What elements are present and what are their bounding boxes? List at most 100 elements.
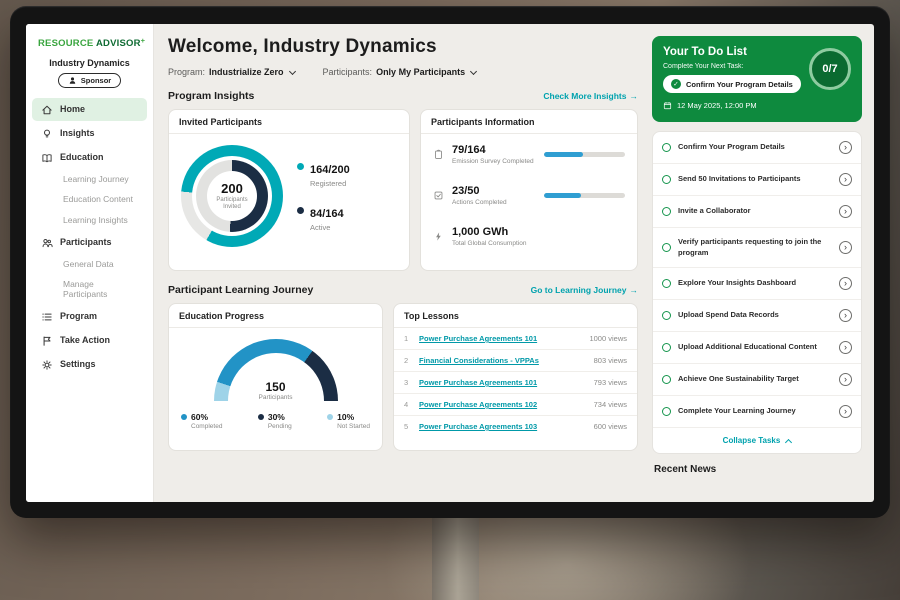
legend-label: Registered xyxy=(310,179,350,188)
task-row[interactable]: Confirm Your Program Details xyxy=(653,132,861,164)
todo-panel: Your To Do List Complete Your Next Task:… xyxy=(652,24,874,502)
lesson-rank: 3 xyxy=(404,378,412,387)
person-icon xyxy=(68,76,77,85)
chevron-right-icon[interactable] xyxy=(839,141,852,154)
chevron-right-icon[interactable] xyxy=(839,341,852,354)
monitor-frame: RESOURCE ADVISOR+ Industry Dynamics Spon… xyxy=(10,6,890,518)
calendar-icon xyxy=(663,101,672,110)
donut-center-value: 200 xyxy=(221,181,243,196)
task-checkbox[interactable] xyxy=(662,175,671,184)
task-checkbox[interactable] xyxy=(662,407,671,416)
sidebar-item-insights[interactable]: Insights xyxy=(32,122,147,145)
task-row[interactable]: Complete Your Learning Journey xyxy=(653,396,861,428)
lesson-link[interactable]: Power Purchase Agreements 103 xyxy=(419,422,587,431)
task-checkbox[interactable] xyxy=(662,207,671,216)
chevron-right-icon[interactable] xyxy=(839,309,852,322)
task-checkbox[interactable] xyxy=(662,343,671,352)
sponsor-badge[interactable]: Sponsor xyxy=(58,73,121,88)
chevron-right-icon[interactable] xyxy=(839,205,852,218)
sidebar-item-label: Insights xyxy=(60,129,95,139)
gear-icon xyxy=(40,358,53,371)
metric-value: 1,000 GWh xyxy=(452,226,526,238)
lesson-link[interactable]: Power Purchase Agreements 101 xyxy=(419,378,587,387)
top-lessons-card: Top Lessons 1 Power Purchase Agreements … xyxy=(393,303,638,451)
sidebar-item-label: Education xyxy=(60,153,104,163)
navy-dot-icon xyxy=(258,414,264,420)
legend-pct: 60% xyxy=(191,412,208,422)
program-filter-value: Industrialize Zero xyxy=(209,67,284,77)
task-label: Explore Your Insights Dashboard xyxy=(678,278,832,289)
sidebar-item-learning-insights[interactable]: Learning Insights xyxy=(32,211,147,230)
chevron-right-icon[interactable] xyxy=(839,405,852,418)
lesson-link[interactable]: Financial Considerations - VPPAs xyxy=(419,356,587,365)
task-row[interactable]: Achieve One Sustainability Target xyxy=(653,364,861,396)
legend-item-completed: 60% Completed xyxy=(181,412,222,430)
go-to-learning-journey-link[interactable]: Go to Learning Journey xyxy=(531,285,638,295)
insights-icon xyxy=(40,127,53,140)
legend-label: Pending xyxy=(268,423,292,430)
check-circle-icon xyxy=(671,79,681,89)
chevron-right-icon[interactable] xyxy=(839,373,852,386)
task-label: Verify participants requesting to join t… xyxy=(678,237,832,258)
sidebar-item-learning-journey[interactable]: Learning Journey xyxy=(32,170,147,189)
participants-filter-label: Participants: xyxy=(323,67,373,77)
lesson-link[interactable]: Power Purchase Agreements 102 xyxy=(419,400,587,409)
task-checkbox[interactable] xyxy=(662,143,671,152)
check-more-insights-link[interactable]: Check More Insights xyxy=(543,91,638,101)
lesson-views: 793 views xyxy=(594,378,627,387)
chevron-right-icon[interactable] xyxy=(839,241,852,254)
task-checkbox[interactable] xyxy=(662,243,671,252)
program-filter-dropdown[interactable]: Program: Industrialize Zero xyxy=(168,67,295,77)
sidebar-item-education[interactable]: Education xyxy=(32,146,147,169)
lesson-link[interactable]: Power Purchase Agreements 101 xyxy=(419,334,582,343)
sidebar-item-label: Home xyxy=(60,105,85,115)
lesson-row: 2 Financial Considerations - VPPAs 803 v… xyxy=(394,350,637,372)
collapse-tasks-button[interactable]: Collapse Tasks xyxy=(653,428,861,453)
task-label: Invite a Collaborator xyxy=(678,206,832,217)
chevron-down-icon xyxy=(470,67,477,74)
task-label: Achieve One Sustainability Target xyxy=(678,374,832,385)
sidebar-item-settings[interactable]: Settings xyxy=(32,353,147,376)
task-row[interactable]: Invite a Collaborator xyxy=(653,196,861,228)
task-checkbox[interactable] xyxy=(662,375,671,384)
sidebar-item-manage-participants[interactable]: Manage Participants xyxy=(32,275,147,304)
sidebar-item-participants[interactable]: Participants xyxy=(32,231,147,254)
navy-dot-icon xyxy=(297,207,304,214)
chevron-right-icon[interactable] xyxy=(839,277,852,290)
task-row[interactable]: Explore Your Insights Dashboard xyxy=(653,268,861,300)
task-checkbox[interactable] xyxy=(662,311,671,320)
donut-center-label: Participants Invited xyxy=(207,197,257,212)
next-task-pill[interactable]: Confirm Your Program Details xyxy=(663,75,801,93)
todo-progress-badge: 0/7 xyxy=(809,48,851,90)
lesson-row: 3 Power Purchase Agreements 101 793 view… xyxy=(394,372,637,394)
legend-label: Active xyxy=(310,223,344,232)
participants-filter-dropdown[interactable]: Participants: Only My Participants xyxy=(323,67,477,77)
task-row[interactable]: Upload Spend Data Records xyxy=(653,300,861,332)
sidebar-item-education-content[interactable]: Education Content xyxy=(32,190,147,209)
program-icon xyxy=(40,310,53,323)
sidebar-item-take-action[interactable]: Take Action xyxy=(32,329,147,352)
task-row[interactable]: Upload Additional Educational Content xyxy=(653,332,861,364)
legend-pct: 10% xyxy=(337,412,354,422)
chevron-right-icon[interactable] xyxy=(839,173,852,186)
sidebar-item-home[interactable]: Home xyxy=(32,98,147,121)
metric-label: Total Global Consumption xyxy=(452,240,526,248)
gauge-center-value: 150 xyxy=(214,380,338,394)
sidebar-item-general-data[interactable]: General Data xyxy=(32,255,147,274)
education-gauge-chart: 150 Participants xyxy=(214,339,338,401)
task-row[interactable]: Send 50 Invitations to Participants xyxy=(653,164,861,196)
legend-pct: 30% xyxy=(268,412,285,422)
link-label: Check More Insights xyxy=(543,91,626,101)
metric-label: Actions Completed xyxy=(452,199,536,207)
logo-resource: RESOURCE xyxy=(38,38,93,49)
due-date: 12 May 2025, 12:00 PM xyxy=(663,101,851,110)
program-insights-header: Program Insights Check More Insights xyxy=(168,90,638,102)
teal-dot-icon xyxy=(297,163,304,170)
arrow-right-icon xyxy=(627,91,639,101)
task-checkbox[interactable] xyxy=(662,279,671,288)
legend-item-registered: 164/200 Registered xyxy=(297,160,350,188)
chevron-up-icon xyxy=(785,438,792,445)
filter-bar: Program: Industrialize Zero Participants… xyxy=(168,67,638,77)
task-row[interactable]: Verify participants requesting to join t… xyxy=(653,228,861,268)
sidebar-item-program[interactable]: Program xyxy=(32,305,147,328)
